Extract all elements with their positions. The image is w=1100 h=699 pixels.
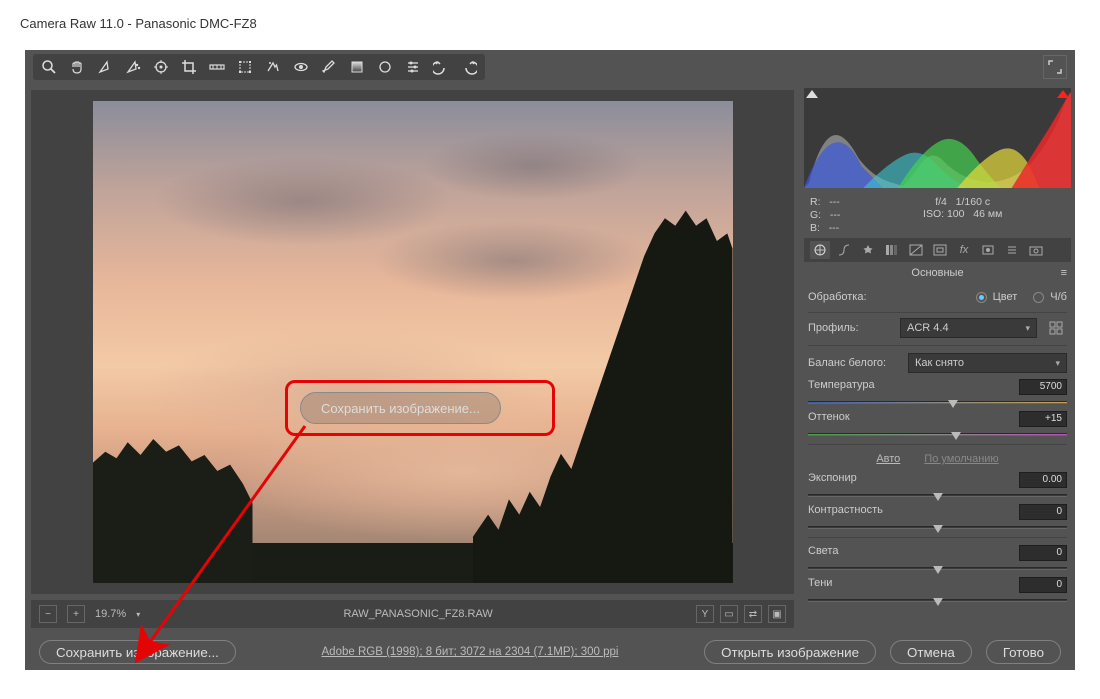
profile-browser-icon[interactable] bbox=[1045, 318, 1067, 338]
transform-tool-icon[interactable] bbox=[233, 55, 257, 79]
exif-readout: R: --- G: --- B: --- f/4 1/160 c ISO: 10… bbox=[800, 192, 1075, 238]
copy-settings-icon[interactable]: ▣ bbox=[768, 605, 786, 623]
auto-link[interactable]: Авто bbox=[876, 453, 900, 465]
swap-icon[interactable]: ⇄ bbox=[744, 605, 762, 623]
crop-tool-icon[interactable] bbox=[177, 55, 201, 79]
adjustment-brush-tool-icon[interactable] bbox=[317, 55, 341, 79]
tab-curve-icon[interactable] bbox=[834, 241, 854, 259]
open-image-button[interactable]: Открыть изображение bbox=[704, 640, 876, 664]
straighten-tool-icon[interactable] bbox=[205, 55, 229, 79]
graduated-filter-tool-icon[interactable] bbox=[345, 55, 369, 79]
tint-slider[interactable]: Оттенок +15 bbox=[808, 408, 1067, 440]
rotate-ccw-icon[interactable] bbox=[429, 55, 453, 79]
bottom-bar: Сохранить изображение... Adobe RGB (1998… bbox=[25, 634, 1075, 670]
zoom-tool-icon[interactable] bbox=[37, 55, 61, 79]
hand-tool-icon[interactable] bbox=[65, 55, 89, 79]
zoom-in-button[interactable]: + bbox=[67, 605, 85, 623]
shadows-value: 0 bbox=[1019, 577, 1067, 593]
color-sampler-tool-icon[interactable] bbox=[121, 55, 145, 79]
redeye-tool-icon[interactable] bbox=[289, 55, 313, 79]
highlights-value: 0 bbox=[1019, 545, 1067, 561]
shadows-slider[interactable]: Тени 0 bbox=[808, 574, 1067, 606]
temperature-slider[interactable]: Температура 5700 bbox=[808, 376, 1067, 408]
targeted-adjust-tool-icon[interactable] bbox=[149, 55, 173, 79]
default-link[interactable]: По умолчанию bbox=[924, 453, 998, 465]
treatment-bw-radio[interactable]: Ч/б bbox=[1033, 291, 1067, 303]
exposure-slider[interactable]: Экспонир 0.00 bbox=[808, 469, 1067, 501]
adjustment-panel-tabs: fx bbox=[804, 238, 1071, 262]
zoom-out-button[interactable]: − bbox=[39, 605, 57, 623]
cancel-button[interactable]: Отмена bbox=[890, 640, 972, 664]
fullscreen-toggle-icon[interactable] bbox=[1043, 55, 1067, 79]
histogram[interactable] bbox=[804, 88, 1071, 188]
white-balance-tool-icon[interactable] bbox=[93, 55, 117, 79]
done-button[interactable]: Готово bbox=[986, 640, 1061, 664]
contrast-slider[interactable]: Контрастность 0 bbox=[808, 501, 1067, 533]
tab-calibration-icon[interactable] bbox=[978, 241, 998, 259]
toolbar bbox=[25, 50, 1075, 84]
shadow-clip-warning-icon[interactable] bbox=[806, 90, 818, 100]
tab-lens-icon[interactable] bbox=[930, 241, 950, 259]
tab-detail-icon[interactable] bbox=[858, 241, 878, 259]
image-preview[interactable] bbox=[31, 90, 794, 594]
preview-filename: RAW_PANASONIC_FZ8.RAW bbox=[150, 608, 686, 620]
preferences-icon[interactable] bbox=[401, 55, 425, 79]
preview-status-bar: − + 19.7%▾ RAW_PANASONIC_FZ8.RAW Y ▭ ⇄ ▣ bbox=[31, 600, 794, 628]
rotate-cw-icon[interactable] bbox=[457, 55, 481, 79]
tab-presets-icon[interactable] bbox=[1002, 241, 1022, 259]
wb-label: Баланс белого: bbox=[808, 357, 900, 369]
profile-dropdown[interactable]: ACR 4.4 bbox=[900, 318, 1037, 338]
tab-basic-icon[interactable] bbox=[810, 241, 830, 259]
exposure-value: 0.00 bbox=[1019, 472, 1067, 488]
panel-title: Основные ≡ bbox=[800, 262, 1075, 284]
radial-filter-tool-icon[interactable] bbox=[373, 55, 397, 79]
panel-menu-icon[interactable]: ≡ bbox=[1061, 267, 1067, 279]
highlight-clip-warning-icon[interactable] bbox=[1057, 90, 1069, 100]
save-image-button[interactable]: Сохранить изображение... bbox=[39, 640, 236, 664]
spot-removal-tool-icon[interactable] bbox=[261, 55, 285, 79]
tab-effects-icon[interactable]: fx bbox=[954, 241, 974, 259]
before-after-toggle[interactable]: Y bbox=[696, 605, 714, 623]
highlights-slider[interactable]: Света 0 bbox=[808, 542, 1067, 574]
zoom-level[interactable]: 19.7% bbox=[95, 608, 126, 620]
tab-split-tone-icon[interactable] bbox=[906, 241, 926, 259]
treatment-label: Обработка: bbox=[808, 291, 892, 303]
profile-label: Профиль: bbox=[808, 322, 892, 334]
workflow-options-link[interactable]: Adobe RGB (1998); 8 бит; 3072 на 2304 (7… bbox=[250, 646, 690, 658]
title-bar: Camera Raw 11.0 - Panasonic DMC-FZ8 bbox=[0, 0, 1100, 50]
treatment-color-radio[interactable]: Цвет bbox=[976, 291, 1018, 303]
contrast-value: 0 bbox=[1019, 504, 1067, 520]
temperature-value: 5700 bbox=[1019, 379, 1067, 395]
tab-snapshots-icon[interactable] bbox=[1026, 241, 1046, 259]
tab-hsl-icon[interactable] bbox=[882, 241, 902, 259]
wb-dropdown[interactable]: Как снято bbox=[908, 353, 1067, 373]
tint-value: +15 bbox=[1019, 411, 1067, 427]
view-mode-icon[interactable]: ▭ bbox=[720, 605, 738, 623]
